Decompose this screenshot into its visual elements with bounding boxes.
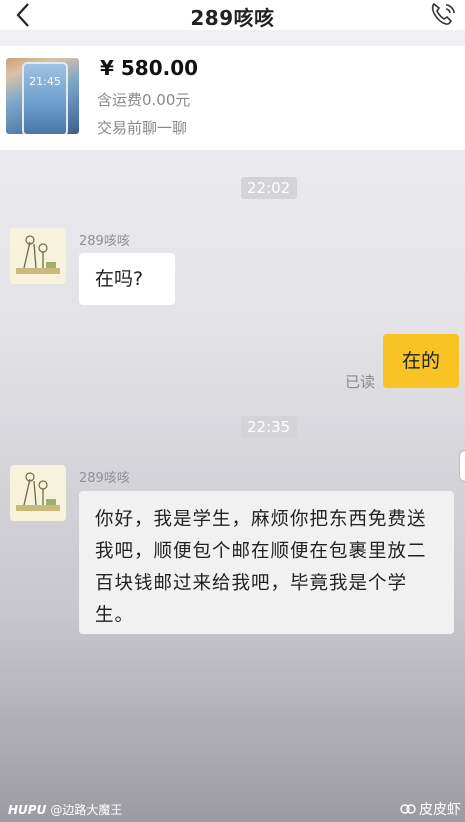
timestamp: 22:02 xyxy=(241,177,297,199)
chat-note: 交易前聊一聊 xyxy=(97,119,188,137)
product-price: ¥ 580.00 xyxy=(100,56,199,80)
floating-handle[interactable] xyxy=(459,450,465,482)
watermark-left: HUPU @边路大魔王 xyxy=(8,801,122,818)
product-card[interactable]: 21:45 ¥ 580.00 含运费0.00元 交易前聊一聊 xyxy=(0,46,465,150)
product-thumbnail[interactable]: 21:45 xyxy=(6,58,79,134)
watermark-text: 皮皮虾 xyxy=(419,802,461,818)
cartoon-avatar-icon xyxy=(10,228,66,284)
sender-name: 289咳咳 xyxy=(79,234,130,249)
avatar[interactable] xyxy=(10,465,66,521)
shrimp-logo-icon xyxy=(400,804,416,814)
outgoing-message[interactable]: 在的 xyxy=(383,334,459,388)
incoming-message[interactable]: 你好，我是学生，麻烦你把东西免费送我吧，顺便包个邮在顺便在包裹里放二百块钱邮过来… xyxy=(79,491,454,634)
thumb-clock: 21:45 xyxy=(29,75,61,88)
chat-title: 289咳咳 xyxy=(190,6,275,30)
watermark-brand: HUPU xyxy=(8,803,47,817)
phone-icon[interactable] xyxy=(428,0,460,28)
timestamp: 22:35 xyxy=(241,416,297,438)
read-status: 已读 xyxy=(345,373,376,391)
watermark-user: @边路大魔王 xyxy=(50,803,123,817)
sender-name: 289咳咳 xyxy=(79,471,130,486)
watermark-right: 皮皮虾 xyxy=(400,799,461,819)
avatar[interactable] xyxy=(10,228,66,284)
shipping-info: 含运费0.00元 xyxy=(97,91,191,109)
cartoon-avatar-icon xyxy=(10,465,66,521)
chat-header: 289咳咳 xyxy=(0,0,465,30)
incoming-message[interactable]: 在吗? xyxy=(79,253,175,305)
phone-image: 21:45 xyxy=(22,62,68,134)
